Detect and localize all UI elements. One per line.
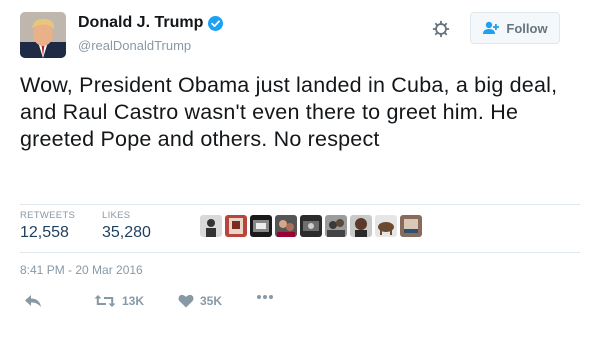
- likes-stat[interactable]: LIKES 35,280: [102, 210, 151, 242]
- likes-label: LIKES: [102, 210, 131, 221]
- user-handle[interactable]: @realDonaldTrump: [78, 38, 191, 53]
- liker-avatar[interactable]: [350, 215, 372, 237]
- retweets-value: 12,558: [20, 224, 69, 241]
- divider: [20, 252, 580, 253]
- liker-avatar[interactable]: [300, 215, 322, 237]
- retweet-button[interactable]: 13K: [94, 294, 144, 308]
- retweets-label: RETWEETS: [20, 210, 76, 221]
- add-user-icon: [483, 21, 500, 34]
- likes-value: 35,280: [102, 224, 151, 241]
- avatar[interactable]: [20, 12, 66, 58]
- like-count: 35K: [200, 294, 223, 308]
- verified-badge-icon: [208, 15, 224, 31]
- liker-avatar[interactable]: [200, 215, 222, 237]
- display-name[interactable]: Donald J. Trump: [78, 14, 203, 32]
- retweets-stat[interactable]: RETWEETS 12,558: [20, 210, 75, 242]
- more-button[interactable]: [256, 294, 280, 300]
- liker-avatars: [200, 215, 425, 237]
- liker-avatar[interactable]: [375, 215, 397, 237]
- follow-button[interactable]: Follow: [470, 12, 560, 44]
- gear-icon[interactable]: [432, 20, 450, 38]
- reply-icon: [25, 295, 41, 307]
- retweet-count: 13K: [122, 294, 145, 308]
- reply-button[interactable]: [24, 294, 48, 308]
- liker-avatar[interactable]: [275, 215, 297, 237]
- like-button[interactable]: 35K: [178, 294, 222, 308]
- divider: [20, 204, 580, 205]
- liker-avatar[interactable]: [325, 215, 347, 237]
- heart-icon: [178, 294, 194, 308]
- retweet-icon: [94, 295, 116, 307]
- liker-avatar[interactable]: [400, 215, 422, 237]
- liker-avatar[interactable]: [225, 215, 247, 237]
- more-dots-icon: [257, 295, 273, 299]
- tweet-text: Wow, President Obama just landed in Cuba…: [20, 73, 558, 151]
- liker-avatar[interactable]: [250, 215, 272, 237]
- timestamp[interactable]: 8:41 PM - 20 Mar 2016: [20, 263, 143, 277]
- tweet-card: Donald J. Trump @realDonaldTrump Follow …: [0, 0, 600, 338]
- follow-label: Follow: [506, 20, 548, 36]
